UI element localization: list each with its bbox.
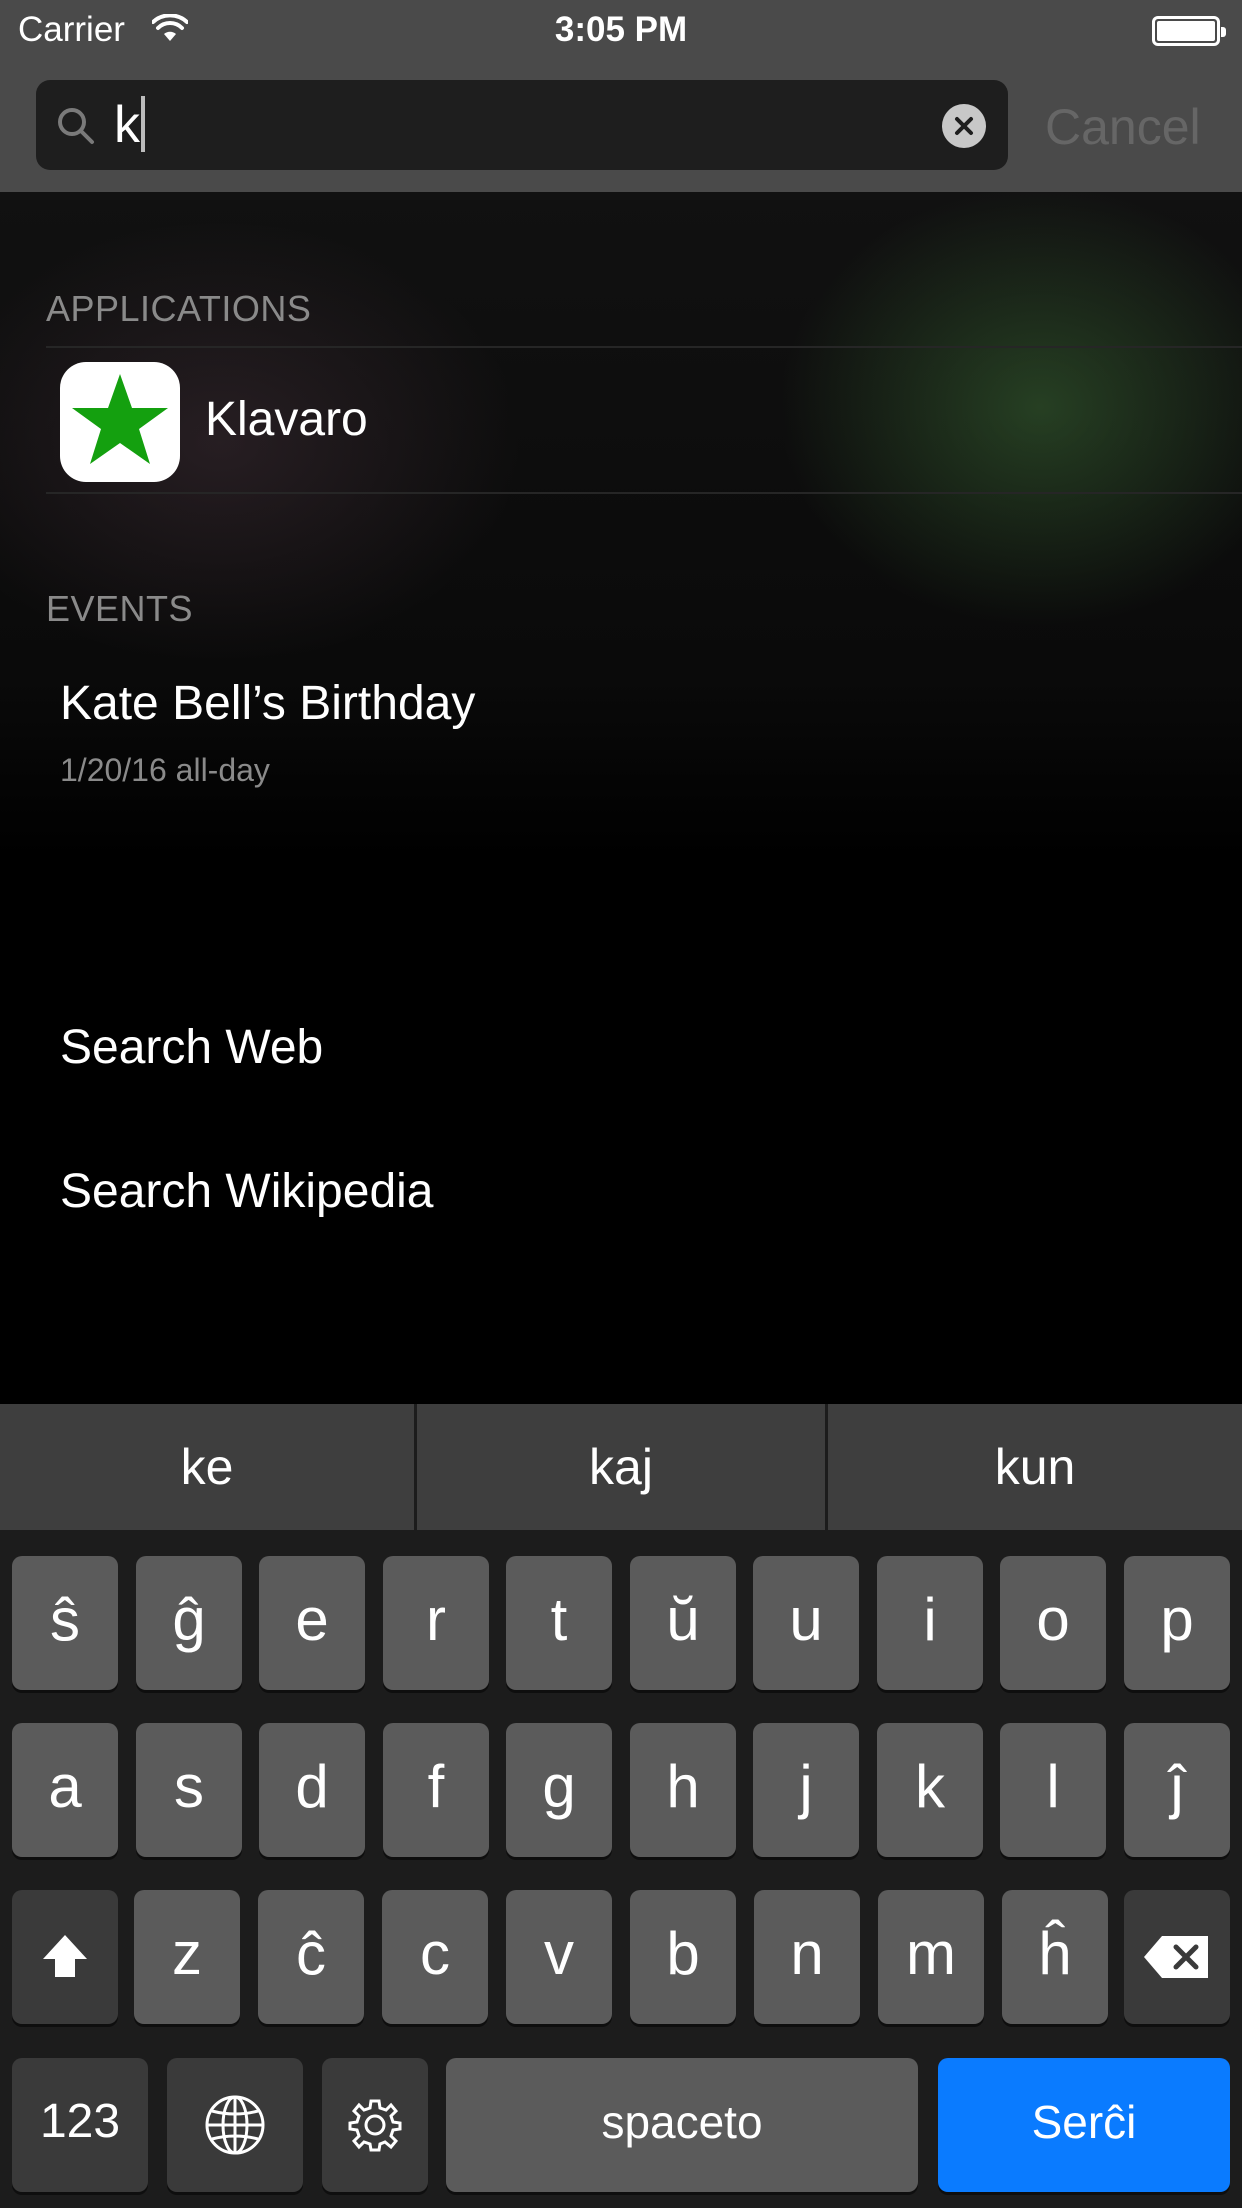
key[interactable]: r bbox=[383, 1556, 489, 1690]
app-name[interactable]: Klavaro bbox=[205, 392, 368, 447]
settings-key[interactable] bbox=[322, 2058, 428, 2192]
key[interactable]: h bbox=[630, 1723, 736, 1857]
shift-key[interactable] bbox=[12, 1890, 118, 2024]
search-query: k bbox=[114, 96, 145, 154]
key[interactable]: k bbox=[877, 1723, 983, 1857]
divider bbox=[46, 346, 1242, 348]
key[interactable]: z bbox=[134, 1890, 240, 2024]
key[interactable]: c bbox=[382, 1890, 488, 2024]
numbers-key[interactable]: 123 bbox=[12, 2058, 148, 2192]
search-input[interactable]: k bbox=[36, 80, 1008, 170]
key[interactable]: n bbox=[754, 1890, 860, 2024]
key[interactable]: ĝ bbox=[136, 1556, 242, 1690]
key[interactable]: o bbox=[1000, 1556, 1106, 1690]
result-app-klavaro[interactable] bbox=[0, 352, 1242, 492]
key[interactable]: a bbox=[12, 1723, 118, 1857]
key[interactable]: d bbox=[259, 1723, 365, 1857]
key[interactable]: m bbox=[878, 1890, 984, 2024]
key[interactable]: ŭ bbox=[630, 1556, 736, 1690]
key[interactable]: ĥ bbox=[1002, 1890, 1108, 2024]
key[interactable]: t bbox=[506, 1556, 612, 1690]
key[interactable]: f bbox=[383, 1723, 489, 1857]
key[interactable]: i bbox=[877, 1556, 983, 1690]
key[interactable]: p bbox=[1124, 1556, 1230, 1690]
text-caret bbox=[141, 96, 145, 152]
key[interactable]: j bbox=[753, 1723, 859, 1857]
divider bbox=[46, 492, 1242, 494]
search-wikipedia-link[interactable]: Search Wikipedia bbox=[60, 1164, 434, 1219]
close-icon bbox=[955, 117, 973, 135]
gear-icon bbox=[348, 2099, 402, 2152]
key[interactable]: ŝ bbox=[12, 1556, 118, 1690]
key[interactable]: g bbox=[506, 1723, 612, 1857]
search-query-text: k bbox=[114, 96, 140, 154]
suggestion-item[interactable]: ke bbox=[0, 1404, 414, 1530]
globe-key[interactable] bbox=[167, 2058, 303, 2192]
status-time: 3:05 PM bbox=[554, 10, 688, 49]
applications-section-header: APPLICATIONS bbox=[46, 288, 312, 329]
key[interactable]: v bbox=[506, 1890, 612, 2024]
battery-icon bbox=[1152, 16, 1226, 46]
event-detail: 1/20/16 all-day bbox=[60, 752, 270, 788]
search-header: Carrier 3:05 PM k Cancel bbox=[0, 0, 1242, 192]
suggestion-bar: ke kaj kun bbox=[0, 1404, 1242, 1530]
suggestion-item[interactable]: kaj bbox=[417, 1404, 825, 1530]
search-web-link[interactable]: Search Web bbox=[60, 1020, 323, 1075]
suggestion-item[interactable]: kun bbox=[828, 1404, 1242, 1530]
key[interactable]: s bbox=[136, 1723, 242, 1857]
shift-arrow-icon bbox=[43, 1935, 87, 1977]
search-icon bbox=[58, 108, 94, 144]
search-key[interactable]: Serĉi bbox=[938, 2058, 1230, 2192]
key[interactable]: b bbox=[630, 1890, 736, 2024]
cancel-button[interactable]: Cancel bbox=[1045, 98, 1201, 156]
key[interactable]: ĉ bbox=[258, 1890, 364, 2024]
clear-text-button[interactable] bbox=[942, 104, 986, 148]
keyboard: ke kaj kun ŝ ĝ e r t ŭ u i o p a s d f g… bbox=[0, 1404, 1242, 2208]
green-star-icon[interactable] bbox=[60, 362, 180, 482]
delete-key[interactable] bbox=[1124, 1890, 1230, 2024]
events-section-header: EVENTS bbox=[46, 588, 194, 629]
key[interactable]: l bbox=[1000, 1723, 1106, 1857]
key[interactable]: u bbox=[753, 1556, 859, 1690]
space-key[interactable]: spaceto bbox=[446, 2058, 918, 2192]
globe-icon bbox=[205, 2095, 265, 2155]
event-title[interactable]: Kate Bell’s Birthday bbox=[60, 676, 475, 731]
status-bar: Carrier 3:05 PM bbox=[0, 0, 1242, 60]
backspace-icon bbox=[1144, 1936, 1208, 1978]
key[interactable]: ĵ bbox=[1124, 1723, 1230, 1857]
search-results: APPLICATIONS Klavaro EVENTS Kate Bell’s … bbox=[0, 192, 1242, 1404]
key[interactable]: e bbox=[259, 1556, 365, 1690]
